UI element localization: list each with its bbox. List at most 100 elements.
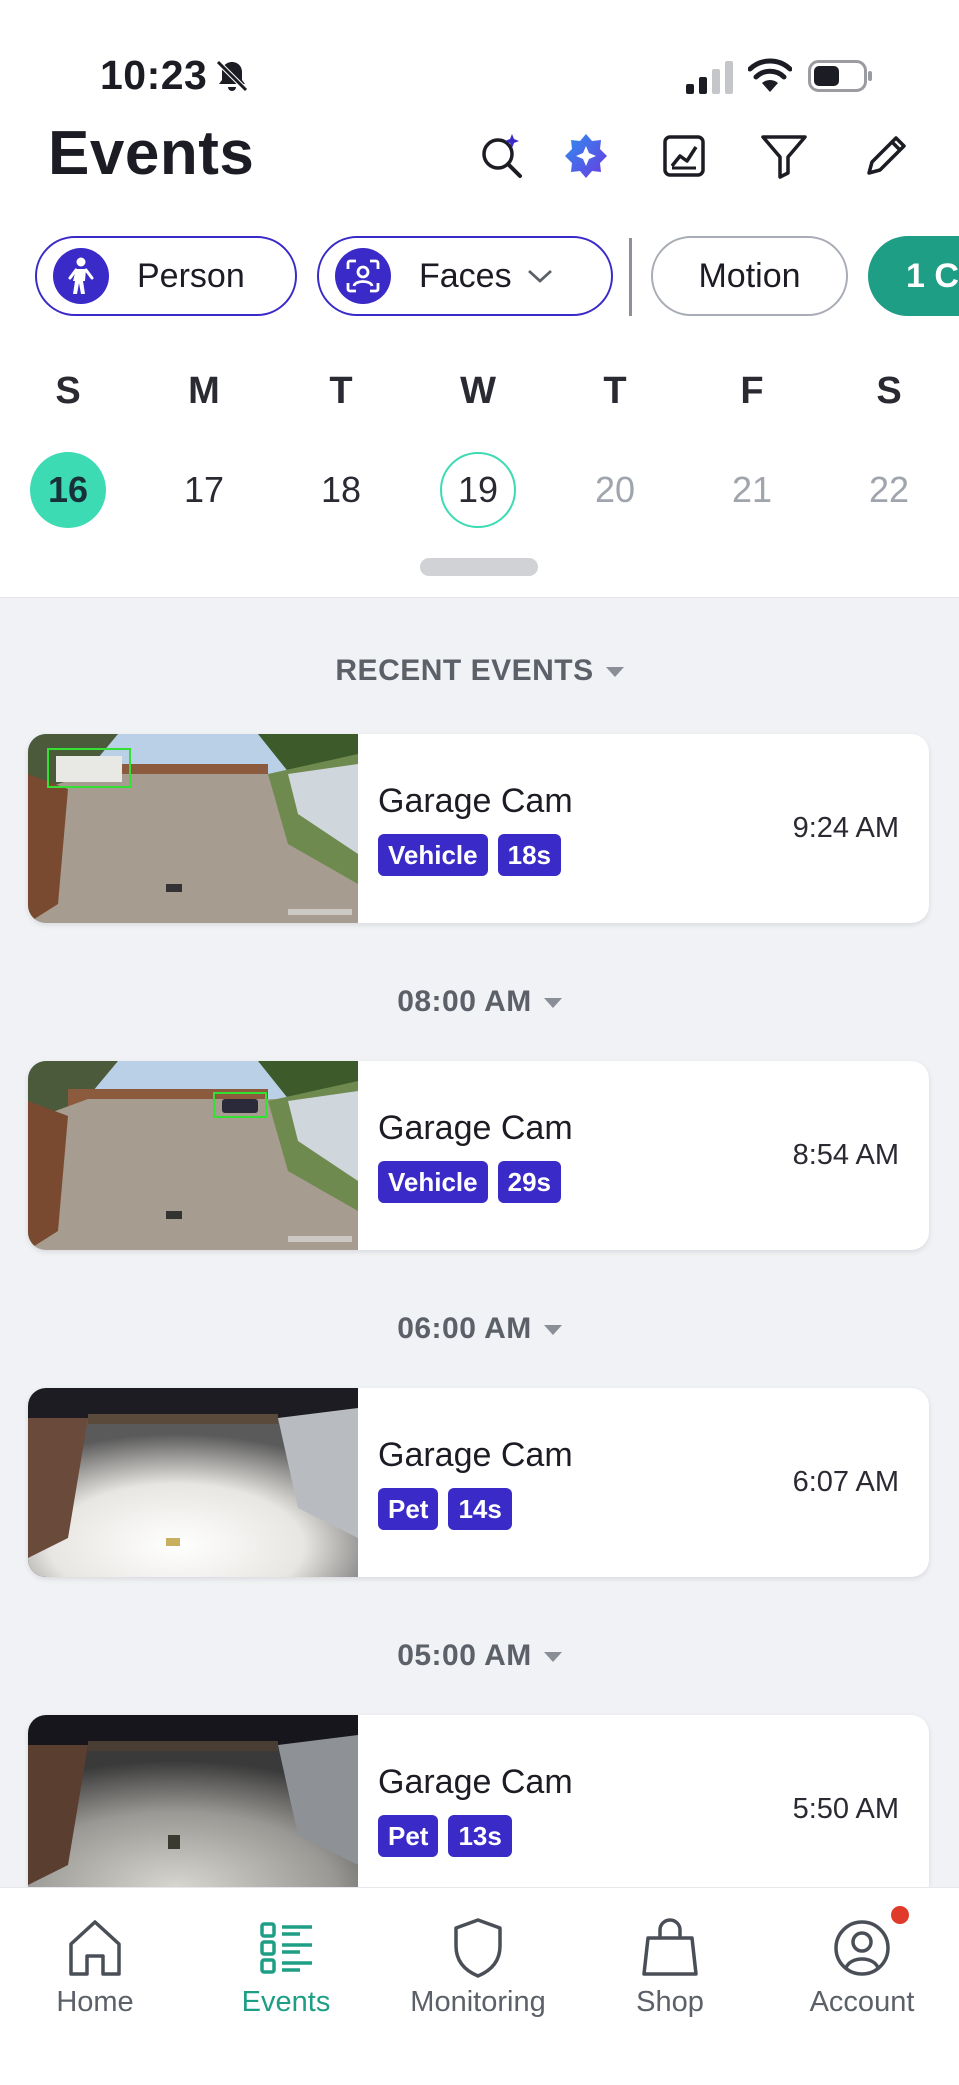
search-ai-icon[interactable] xyxy=(476,130,528,182)
cellular-signal-icon xyxy=(686,61,733,94)
event-type-badge: Vehicle xyxy=(378,1161,488,1203)
events-list-icon xyxy=(260,1922,312,1974)
filter-chip-label: 1 Ca xyxy=(906,256,959,295)
bottom-nav: Home Events Monitoring Shop Account xyxy=(0,1887,959,2085)
event-tags: Vehicle 29s xyxy=(378,1161,562,1203)
weekday-label: S xyxy=(876,370,902,412)
filter-icon[interactable] xyxy=(758,130,810,182)
shield-icon xyxy=(454,1918,502,1978)
notification-badge xyxy=(888,1903,912,1927)
event-thumbnail xyxy=(28,734,358,923)
ai-sparkle-icon[interactable] xyxy=(560,130,612,182)
calendar-date-today[interactable]: 19 xyxy=(440,452,516,528)
nav-label: Events xyxy=(241,1986,331,2018)
event-tags: Vehicle 18s xyxy=(378,834,562,876)
duration-badge: 13s xyxy=(448,1815,512,1857)
bell-off-icon xyxy=(216,60,248,92)
status-bar: 10:23 xyxy=(0,0,959,110)
weekday-label: S xyxy=(55,370,81,412)
calendar-date[interactable]: 18 xyxy=(303,452,379,528)
calendar-dates: 16 17 18 19 20 21 22 xyxy=(0,452,959,528)
calendar-date: 20 xyxy=(594,469,636,510)
caret-down-icon xyxy=(543,1652,562,1663)
event-thumbnail xyxy=(28,1061,358,1250)
caret-down-icon xyxy=(543,998,562,1009)
status-time: 10:23 xyxy=(100,52,208,98)
filter-chips: Person Faces Motion 1 Ca xyxy=(0,234,959,318)
section-header-label: 06:00 AM xyxy=(397,1312,532,1345)
event-tags: Pet 13s xyxy=(378,1815,512,1857)
weekday-label: T xyxy=(603,370,627,412)
camera-name: Garage Cam xyxy=(378,782,573,820)
event-tags: Pet 14s xyxy=(378,1488,512,1530)
calendar-date: 22 xyxy=(868,469,910,510)
camera-name: Garage Cam xyxy=(378,1763,573,1801)
filter-chip-cameras[interactable]: 1 Ca xyxy=(868,236,959,316)
drag-handle[interactable] xyxy=(420,558,538,576)
section-header-label: RECENT EVENTS xyxy=(335,654,594,687)
page-title: Events xyxy=(48,119,255,188)
event-type-badge: Pet xyxy=(378,1488,439,1530)
event-time: 6:07 AM xyxy=(792,1466,899,1498)
account-icon xyxy=(834,1920,890,1976)
section-header[interactable]: 08:00 AM xyxy=(0,985,959,1019)
wifi-icon xyxy=(748,58,792,92)
filter-chip-motion[interactable]: Motion xyxy=(651,236,848,316)
calendar-date[interactable]: 16 xyxy=(30,452,106,528)
calendar-date[interactable]: 17 xyxy=(166,452,242,528)
calendar-weekdays: S M T W T F S xyxy=(0,370,959,420)
section-header-label: 05:00 AM xyxy=(397,1639,532,1672)
nav-label: Account xyxy=(809,1986,915,2018)
filter-chip-faces[interactable]: Faces xyxy=(317,236,613,316)
event-type-badge: Vehicle xyxy=(378,834,488,876)
weekday-label: T xyxy=(329,370,353,412)
nav-shop[interactable]: Shop xyxy=(575,1888,765,2028)
camera-name: Garage Cam xyxy=(378,1109,573,1147)
filter-divider xyxy=(629,238,632,316)
event-card[interactable]: Garage Cam Pet 13s 5:50 AM xyxy=(28,1715,929,1887)
filter-chip-person[interactable]: Person xyxy=(35,236,297,316)
filter-chip-label: Faces xyxy=(419,256,512,295)
section-header[interactable]: RECENT EVENTS xyxy=(0,654,959,688)
event-thumbnail xyxy=(28,1715,358,1887)
section-header-label: 08:00 AM xyxy=(397,985,532,1018)
duration-badge: 18s xyxy=(497,834,562,876)
battery-icon xyxy=(808,60,872,92)
event-time: 5:50 AM xyxy=(792,1793,899,1825)
camera-name: Garage Cam xyxy=(378,1436,573,1474)
chart-icon[interactable] xyxy=(658,130,710,182)
person-icon xyxy=(53,248,109,304)
pencil-icon[interactable] xyxy=(860,130,912,182)
nav-account[interactable]: Account xyxy=(767,1888,957,2028)
home-icon xyxy=(69,1920,121,1976)
section-header[interactable]: 05:00 AM xyxy=(0,1639,959,1673)
nav-home[interactable]: Home xyxy=(0,1888,190,2028)
caret-down-icon xyxy=(543,1325,562,1336)
event-card[interactable]: Garage Cam Vehicle 18s 9:24 AM xyxy=(28,734,929,923)
chevron-down-icon xyxy=(527,269,552,283)
weekday-label: F xyxy=(740,370,764,412)
nav-label: Monitoring xyxy=(410,1986,546,2018)
shopping-bag-icon xyxy=(642,1918,698,1976)
duration-badge: 14s xyxy=(448,1488,512,1530)
event-type-badge: Pet xyxy=(378,1815,439,1857)
nav-label: Shop xyxy=(636,1986,704,2018)
filter-chip-label: Motion xyxy=(698,256,801,295)
event-card[interactable]: Garage Cam Pet 14s 6:07 AM xyxy=(28,1388,929,1577)
nav-events[interactable]: Events xyxy=(191,1888,381,2028)
event-time: 9:24 AM xyxy=(792,812,899,844)
caret-down-icon xyxy=(605,667,624,678)
event-feed[interactable]: RECENT EVENTS Garage Cam Vehicle 18s 9:2… xyxy=(0,597,959,1887)
section-header[interactable]: 06:00 AM xyxy=(0,1312,959,1346)
nav-monitoring[interactable]: Monitoring xyxy=(383,1888,573,2028)
event-card[interactable]: Garage Cam Vehicle 29s 8:54 AM xyxy=(28,1061,929,1250)
weekday-label: W xyxy=(460,370,496,412)
event-thumbnail xyxy=(28,1388,358,1577)
filter-chip-label: Person xyxy=(137,256,245,295)
nav-label: Home xyxy=(56,1986,134,2018)
calendar-date: 21 xyxy=(731,469,773,510)
duration-badge: 29s xyxy=(497,1161,562,1203)
event-time: 8:54 AM xyxy=(792,1139,899,1171)
weekday-label: M xyxy=(188,370,220,412)
face-scan-icon xyxy=(335,248,391,304)
